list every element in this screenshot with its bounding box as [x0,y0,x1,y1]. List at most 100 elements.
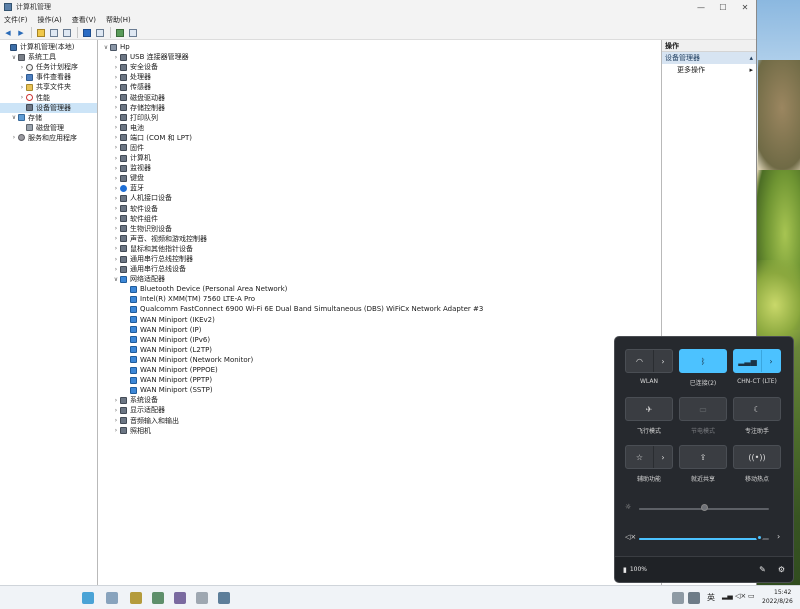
device-category[interactable]: › 监视器 [98,163,661,173]
expand-chevron-icon[interactable]: › [112,427,120,434]
clock-date[interactable]: 2022/8/26 [762,598,793,605]
taskbar-app-icon[interactable] [174,592,186,604]
console-tree-item[interactable]: › 共享文件夹 [0,82,97,92]
expand-chevron-icon[interactable]: › [112,175,120,182]
chevron-right-icon[interactable]: › [654,446,672,468]
expand-chevron-icon[interactable]: › [112,397,120,404]
expand-chevron-icon[interactable]: › [112,245,120,252]
device-category[interactable]: › USB 连接器管理器 [98,52,661,62]
expand-chevron-icon[interactable]: › [112,144,120,151]
device-category[interactable]: › 生物识别设备 [98,224,661,234]
help-icon[interactable] [81,27,93,38]
clock-time[interactable]: 15:42 [774,589,791,596]
device-category[interactable]: › 软件设备 [98,204,661,214]
network-adapter-item[interactable]: WAN Miniport (IPv6) [98,335,661,345]
expand-chevron-icon[interactable]: › [112,256,120,263]
minimize-button[interactable]: — [690,0,712,14]
network-icon[interactable]: ▂▄ [722,592,733,600]
network-adapter-item[interactable]: Qualcomm FastConnect 6900 Wi-Fi 6E Dual … [98,304,661,314]
taskbar-app-icon[interactable] [196,592,208,604]
taskbar-app-icon[interactable] [106,592,118,604]
cellular-icon[interactable]: ▂▃▅ [734,350,762,372]
console-tree-item[interactable]: › 任务计划程序 [0,62,97,72]
tile-airplane-mode[interactable]: ✈ [625,397,673,421]
console-tree-item[interactable]: › 性能 [0,92,97,102]
tray-app-icon[interactable] [672,592,684,604]
expand-chevron-icon[interactable]: › [112,185,120,192]
tray-app-icon[interactable] [688,592,700,604]
expand-chevron-icon[interactable]: › [112,94,120,101]
device-category[interactable]: › 传感器 [98,82,661,92]
expand-chevron-icon[interactable]: › [112,407,120,414]
network-adapter-item[interactable]: Bluetooth Device (Personal Area Network) [98,284,661,294]
network-adapter-item[interactable]: WAN Miniport (PPPOE) [98,365,661,375]
device-category[interactable]: › 声音、视频和游戏控制器 [98,234,661,244]
menu-view[interactable]: 查看(V) [72,15,96,25]
collapse-chevron-icon[interactable]: ∨ [10,114,18,121]
expand-chevron-icon[interactable]: › [112,114,120,121]
taskbar-app-icon[interactable] [218,592,230,604]
device-category[interactable]: › 人机接口设备 [98,193,661,203]
expand-chevron-icon[interactable]: › [112,266,120,273]
expand-chevron-icon[interactable]: › [112,134,120,141]
expand-chevron-icon[interactable]: › [112,124,120,131]
tile-accessibility[interactable]: ☆ › [625,445,673,469]
up-folder-icon[interactable] [35,27,47,38]
expand-chevron-icon[interactable]: › [112,104,120,111]
network-adapter-item[interactable]: WAN Miniport (PPTP) [98,375,661,385]
close-button[interactable]: ✕ [734,0,756,14]
view-icon[interactable] [94,27,106,38]
expand-chevron-icon[interactable]: › [112,225,120,232]
network-adapter-item[interactable]: WAN Miniport (IKEv2) [98,315,661,325]
battery-icon[interactable]: ▭ [748,592,755,600]
menu-action[interactable]: 操作(A) [38,15,62,25]
expand-chevron-icon[interactable]: › [18,74,26,81]
tile-focus-assist[interactable]: ☾ [733,397,781,421]
device-category[interactable]: › 计算机 [98,153,661,163]
tile-nearby-share[interactable]: ⇪ [679,445,727,469]
expand-chevron-icon[interactable]: › [18,94,26,101]
console-tree-item[interactable]: › 事件查看器 [0,72,97,82]
device-category[interactable]: › 音频输入和输出 [98,415,661,425]
expand-chevron-icon[interactable]: › [112,54,120,61]
device-category[interactable]: › 固件 [98,143,661,153]
expand-chevron-icon[interactable]: › [10,134,18,141]
network-adapter-item[interactable]: WAN Miniport (L2TP) [98,345,661,355]
device-category[interactable]: › 通用串行总线设备 [98,264,661,274]
expand-chevron-icon[interactable]: › [112,74,120,81]
collapse-chevron-icon[interactable]: ∨ [112,276,120,283]
network-adapter-item[interactable]: Intel(R) XMM(TM) 7560 LTE-A Pro [98,294,661,304]
network-adapter-item[interactable]: WAN Miniport (SSTP) [98,385,661,395]
device-category[interactable]: › 通用串行总线控制器 [98,254,661,264]
expand-chevron-icon[interactable]: › [112,205,120,212]
device-category[interactable]: › 磁盘驱动器 [98,92,661,102]
menu-help[interactable]: 帮助(H) [106,15,131,25]
maximize-button[interactable]: ☐ [712,0,734,14]
device-category[interactable]: › 端口 (COM 和 LPT) [98,133,661,143]
network-adapter-item[interactable]: WAN Miniport (Network Monitor) [98,355,661,365]
expand-chevron-icon[interactable]: › [112,84,120,91]
more-actions-item[interactable]: 更多操作 ▸ [662,64,756,76]
audio-output-chevron-icon[interactable]: › [777,532,780,541]
expand-chevron-icon[interactable]: › [18,84,26,91]
console-tree-item[interactable]: › 服务和应用程序 [0,133,97,143]
tile-battery-saver[interactable]: ▭ [679,397,727,421]
wifi-icon[interactable]: ◠ [626,350,654,372]
ime-indicator[interactable]: 英 [707,592,715,603]
device-category[interactable]: › 电池 [98,123,661,133]
tile-cellular[interactable]: ▂▃▅ › [733,349,781,373]
scan-hardware-icon[interactable] [127,27,139,38]
device-category[interactable]: › 处理器 [98,72,661,82]
expand-chevron-icon[interactable]: › [18,64,26,71]
chevron-right-icon[interactable]: › [762,350,780,372]
taskbar-app-icon[interactable] [130,592,142,604]
device-category[interactable]: › 软件组件 [98,214,661,224]
menu-file[interactable]: 文件(F) [4,15,28,25]
collapse-chevron-icon[interactable]: ∨ [102,44,110,51]
expand-chevron-icon[interactable]: › [112,195,120,202]
taskbar-app-icon[interactable] [152,592,164,604]
device-category[interactable]: › 存储控制器 [98,103,661,113]
expand-chevron-icon[interactable]: › [112,235,120,242]
taskbar-app-icon[interactable] [82,592,94,604]
volume-slider[interactable] [639,538,769,540]
